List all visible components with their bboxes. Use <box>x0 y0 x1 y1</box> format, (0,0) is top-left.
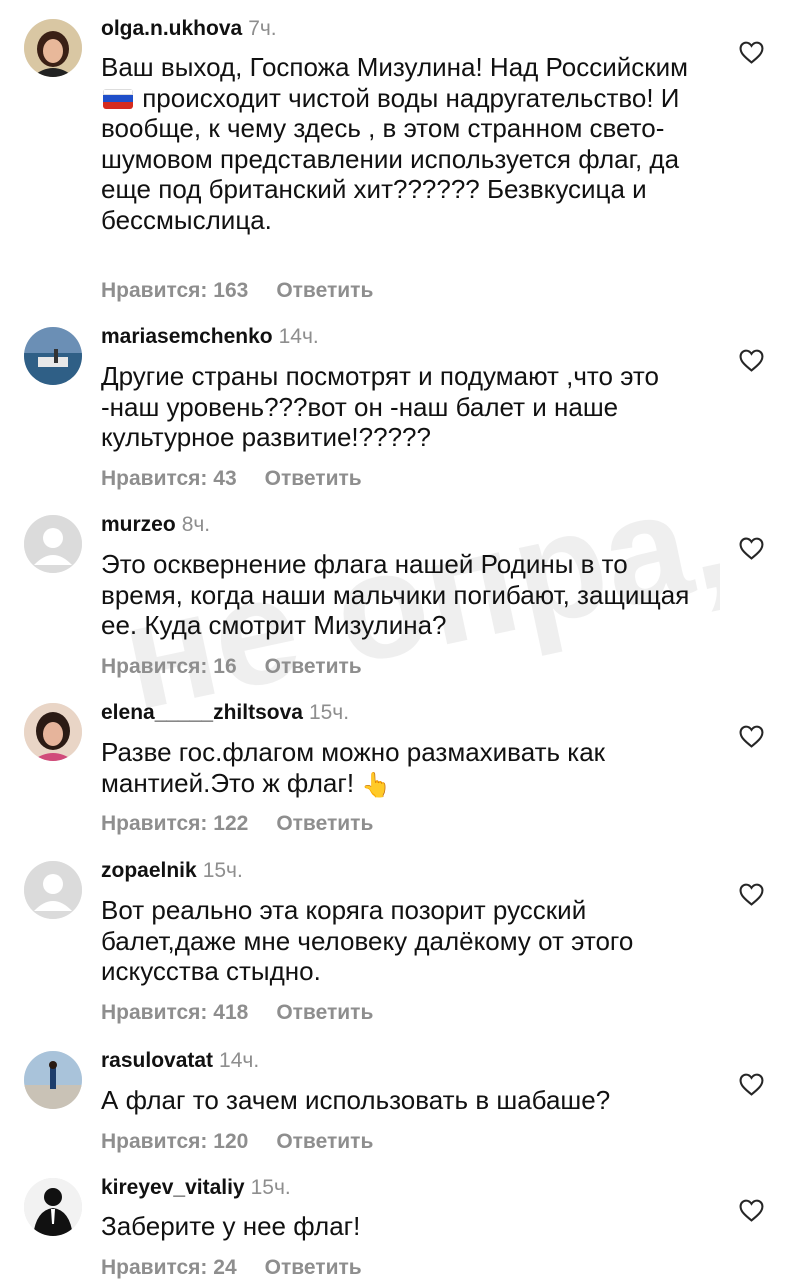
timestamp: 15ч. <box>308 701 350 724</box>
heart-outline-icon[interactable] <box>739 1073 764 1096</box>
username[interactable]: murzeo <box>101 513 176 536</box>
reply-button[interactable]: Ответить <box>265 655 362 678</box>
likes-count[interactable]: Нравится: 16 <box>101 655 237 678</box>
reply-button[interactable]: Ответить <box>276 812 373 835</box>
heart-outline-icon[interactable] <box>739 1199 764 1222</box>
timestamp: 15ч. <box>250 1176 291 1199</box>
username[interactable]: olga.n.ukhova <box>101 17 242 40</box>
reply-button[interactable]: Ответить <box>276 279 373 302</box>
reply-button[interactable]: Ответить <box>276 1001 373 1024</box>
comment-text: Заберите у нее флаг! <box>101 1211 361 1241</box>
avatar[interactable] <box>24 703 82 761</box>
timestamp: 14ч. <box>219 1049 260 1072</box>
pointing-up-emoji-icon: 👆 <box>361 771 392 799</box>
comment-text: Это осквернение флага нашей Родины в то … <box>101 549 690 640</box>
avatar[interactable] <box>24 1178 82 1236</box>
heart-outline-icon[interactable] <box>739 537 764 560</box>
username[interactable]: mariasemchenko <box>101 325 273 348</box>
avatar[interactable] <box>24 327 82 385</box>
likes-count[interactable]: Нравится: 24 <box>101 1256 237 1279</box>
timestamp: 8ч. <box>181 513 211 536</box>
username[interactable]: zopaelnik <box>101 859 197 882</box>
comment-text: Разве гос.флагом можно размахивать как м… <box>101 737 711 801</box>
avatar[interactable] <box>24 1051 82 1109</box>
comment-text: Ваш выход, Госпожа Мизулина! Над Российс… <box>101 52 689 235</box>
username[interactable]: elena_____zhiltsova <box>101 701 303 724</box>
comment-text: Вот реально эта коряга позорит русский б… <box>101 895 634 986</box>
timestamp: 7ч. <box>248 17 277 40</box>
reply-button[interactable]: Ответить <box>265 1256 362 1279</box>
likes-count[interactable]: Нравится: 43 <box>101 467 237 490</box>
avatar[interactable] <box>24 19 82 77</box>
likes-count[interactable]: Нравится: 418 <box>101 1001 248 1024</box>
russia-flag-icon <box>103 88 133 109</box>
comment-text: А флаг то зачем использовать в шабаше? <box>101 1085 611 1115</box>
comment-text: Другие страны посмотрят и подумают ,что … <box>101 361 659 452</box>
timestamp: 15ч. <box>202 859 243 882</box>
reply-button[interactable]: Ответить <box>265 467 362 490</box>
likes-count[interactable]: Нравится: 122 <box>101 812 248 835</box>
username[interactable]: rasulovatat <box>101 1049 213 1072</box>
heart-outline-icon[interactable] <box>739 349 764 372</box>
avatar[interactable] <box>24 861 82 919</box>
likes-count[interactable]: Нравится: 120 <box>101 1130 248 1153</box>
likes-count[interactable]: Нравится: 163 <box>101 279 248 302</box>
heart-outline-icon[interactable] <box>739 883 764 906</box>
username[interactable]: kireyev_vitaliy <box>101 1176 245 1199</box>
reply-button[interactable]: Ответить <box>276 1130 373 1153</box>
timestamp: 14ч. <box>278 325 319 348</box>
heart-outline-icon[interactable] <box>739 41 764 64</box>
avatar[interactable] <box>24 515 82 573</box>
heart-outline-icon[interactable] <box>739 725 764 748</box>
